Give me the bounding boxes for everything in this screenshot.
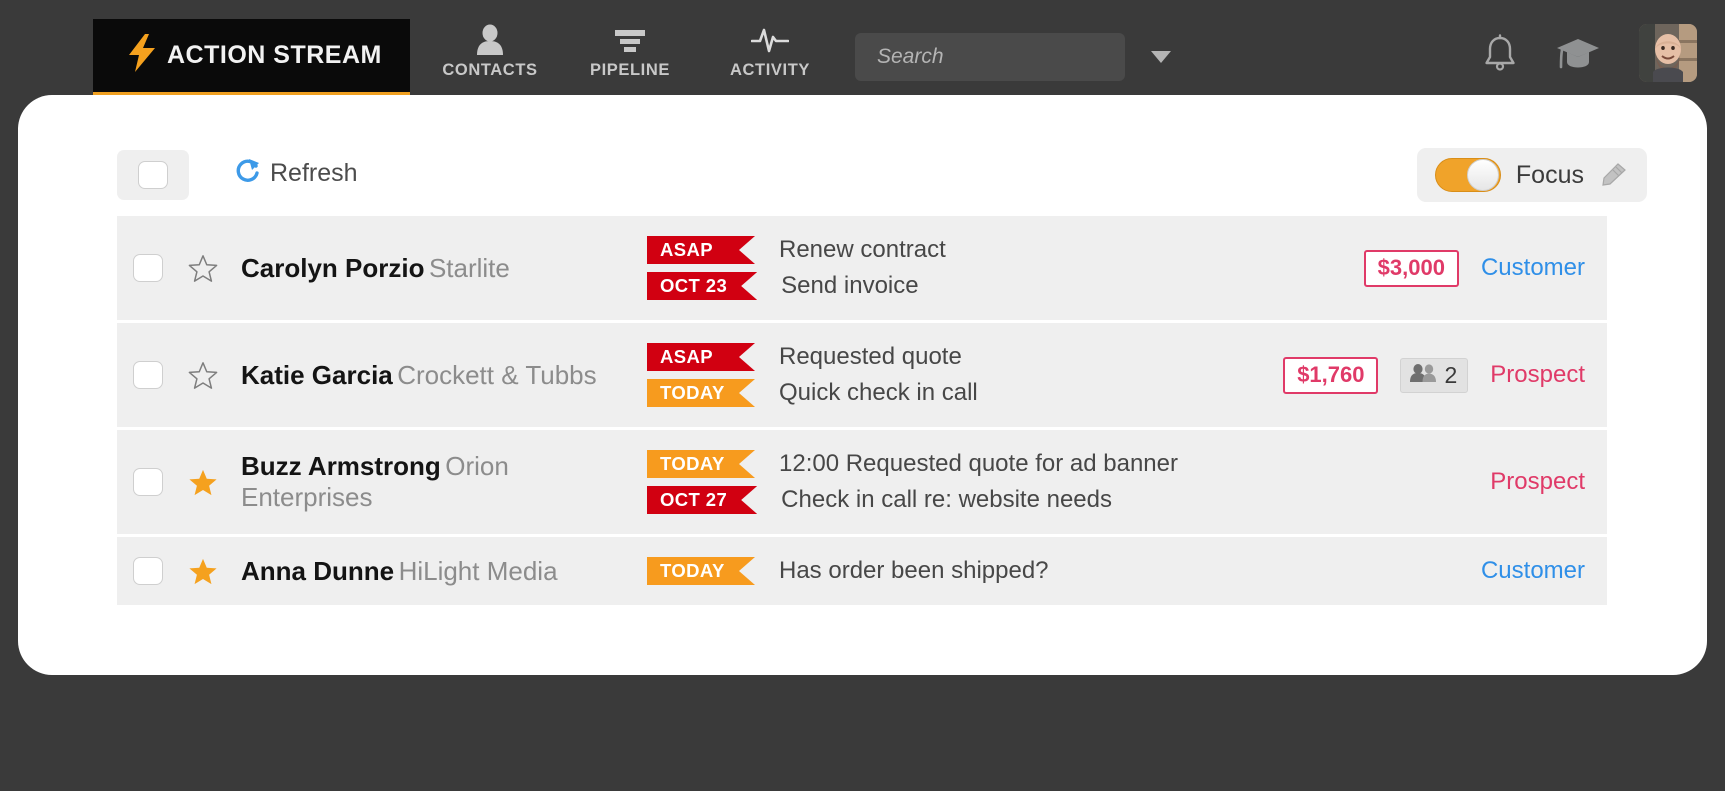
contact-name-cell: Katie Garcia Crockett & Tubbs (241, 360, 641, 391)
task-text: 12:00 Requested quote for ad banner (779, 450, 1178, 477)
top-navigation-bar: ACTION STREAM CONTACTS PIPELINE ACTIVITY… (0, 0, 1725, 107)
star-icon-outline[interactable] (188, 360, 218, 391)
star-icon-outline[interactable] (188, 253, 218, 284)
app-logo[interactable]: ACTION STREAM (93, 19, 410, 97)
top-right-actions (1483, 24, 1697, 82)
status-badge[interactable]: Customer (1481, 557, 1585, 585)
refresh-icon (235, 157, 261, 190)
contact-name: Carolyn Porzio (241, 252, 425, 283)
focus-label: Focus (1515, 160, 1584, 189)
focus-toggle-knob (1466, 159, 1499, 191)
search-input[interactable] (855, 33, 1151, 81)
lightning-bolt-icon (129, 33, 155, 78)
app-title: ACTION STREAM (167, 41, 382, 69)
task-text: Send invoice (781, 272, 919, 299)
task-list: ASAP Renew contract OCT 23 Send invoice (647, 236, 1255, 300)
task-badge: OCT 27 (647, 486, 758, 514)
star-icon-filled[interactable] (188, 556, 218, 587)
task-text: Check in call re: website needs (781, 486, 1113, 513)
contact-name: Katie Garcia (241, 359, 393, 390)
task-list: TODAY Has order been shipped? (647, 557, 1255, 585)
task-badge: ASAP (647, 343, 755, 371)
task-text: Requested quote (779, 343, 962, 370)
row-meta: $1,760 2 Prospect (1255, 356, 1585, 394)
select-all-checkbox[interactable] (138, 161, 168, 189)
row-checkbox[interactable] (133, 468, 163, 496)
row-meta: Customer (1255, 557, 1585, 585)
contact-name-cell: Carolyn Porzio Starlite (241, 253, 641, 284)
task-item[interactable]: ASAP Renew contract (647, 236, 1255, 264)
main-nav: CONTACTS PIPELINE ACTIVITY (420, 22, 840, 80)
contact-name: Anna Dunne (241, 555, 395, 586)
status-badge[interactable]: Prospect (1490, 468, 1585, 496)
task-list: ASAP Requested quote TODAY Quick check i… (647, 343, 1255, 407)
nav-item-pipeline[interactable]: PIPELINE (560, 22, 700, 80)
person-icon (475, 22, 505, 58)
nav-item-pipeline-label: PIPELINE (590, 61, 670, 79)
list-toolbar: Refresh Focus (18, 95, 1707, 213)
task-item[interactable]: TODAY 12:00 Requested quote for ad banne… (647, 450, 1255, 478)
deal-amount: $1,760 (1283, 356, 1379, 394)
task-item[interactable]: OCT 23 Send invoice (647, 272, 1255, 300)
task-text: Quick check in call (779, 379, 978, 406)
table-row[interactable]: Anna Dunne HiLight Media TODAY Has order… (117, 534, 1607, 605)
search-box[interactable] (855, 33, 1171, 81)
content-card: Refresh Focus Carolyn Porzio Starlite AS… (18, 95, 1707, 675)
task-item[interactable]: TODAY Has order been shipped? (647, 557, 1255, 585)
task-item[interactable]: TODAY Quick check in call (647, 379, 1255, 407)
bell-icon[interactable] (1483, 34, 1517, 72)
participants-badge[interactable]: 2 (1400, 357, 1469, 393)
nav-item-contacts-label: CONTACTS (442, 61, 538, 79)
task-item[interactable]: OCT 27 Check in call re: website needs (647, 486, 1255, 514)
action-list: Carolyn Porzio Starlite ASAP Renew contr… (117, 213, 1607, 605)
task-badge: TODAY (647, 379, 755, 407)
task-badge: TODAY (647, 557, 755, 585)
row-checkbox[interactable] (133, 557, 163, 585)
nav-item-activity-label: ACTIVITY (730, 61, 810, 79)
task-text: Has order been shipped? (779, 557, 1049, 584)
focus-control: Focus (1416, 148, 1647, 202)
avatar[interactable] (1639, 24, 1697, 82)
application-window: ACTION STREAM CONTACTS PIPELINE ACTIVITY… (0, 0, 1725, 791)
table-row[interactable]: Carolyn Porzio Starlite ASAP Renew contr… (117, 213, 1607, 320)
search-dropdown-button[interactable] (1151, 33, 1171, 81)
row-checkbox[interactable] (133, 361, 163, 389)
refresh-label: Refresh (270, 159, 358, 187)
nav-item-activity[interactable]: ACTIVITY (700, 22, 840, 80)
status-badge[interactable]: Prospect (1490, 361, 1585, 389)
nav-item-contacts[interactable]: CONTACTS (420, 22, 560, 80)
funnel-icon (613, 22, 647, 58)
pencil-icon[interactable] (1599, 162, 1627, 188)
table-row[interactable]: Katie Garcia Crockett & Tubbs ASAP Reque… (117, 320, 1607, 427)
task-item[interactable]: ASAP Requested quote (647, 343, 1255, 371)
pulse-icon (751, 22, 789, 58)
table-row[interactable]: Buzz Armstrong Orion Enterprises TODAY 1… (117, 427, 1607, 534)
row-meta: Prospect (1255, 468, 1585, 496)
status-badge[interactable]: Customer (1481, 254, 1585, 282)
deal-amount: $3,000 (1363, 249, 1459, 287)
row-meta: $3,000 Customer (1255, 249, 1585, 287)
participants-count: 2 (1444, 361, 1458, 388)
contact-company: HiLight Media (398, 555, 558, 586)
select-all-button[interactable] (117, 150, 189, 200)
star-icon-filled[interactable] (188, 467, 218, 498)
contact-company: Starlite (428, 252, 510, 283)
graduation-cap-icon[interactable] (1555, 34, 1601, 72)
chevron-down-icon (1151, 51, 1171, 63)
task-text: Renew contract (779, 236, 946, 263)
contact-name-cell: Anna Dunne HiLight Media (241, 556, 641, 587)
contact-name: Buzz Armstrong (241, 451, 441, 481)
task-badge: ASAP (647, 236, 755, 264)
contact-name-cell: Buzz Armstrong Orion Enterprises (241, 451, 641, 513)
row-checkbox[interactable] (133, 254, 163, 282)
task-list: TODAY 12:00 Requested quote for ad banne… (647, 450, 1255, 514)
contact-company: Crockett & Tubbs (397, 359, 597, 390)
task-badge: OCT 23 (647, 272, 758, 300)
refresh-button[interactable]: Refresh (235, 157, 358, 190)
people-icon (1409, 363, 1437, 388)
task-badge: TODAY (647, 450, 755, 478)
focus-toggle[interactable] (1434, 158, 1501, 192)
